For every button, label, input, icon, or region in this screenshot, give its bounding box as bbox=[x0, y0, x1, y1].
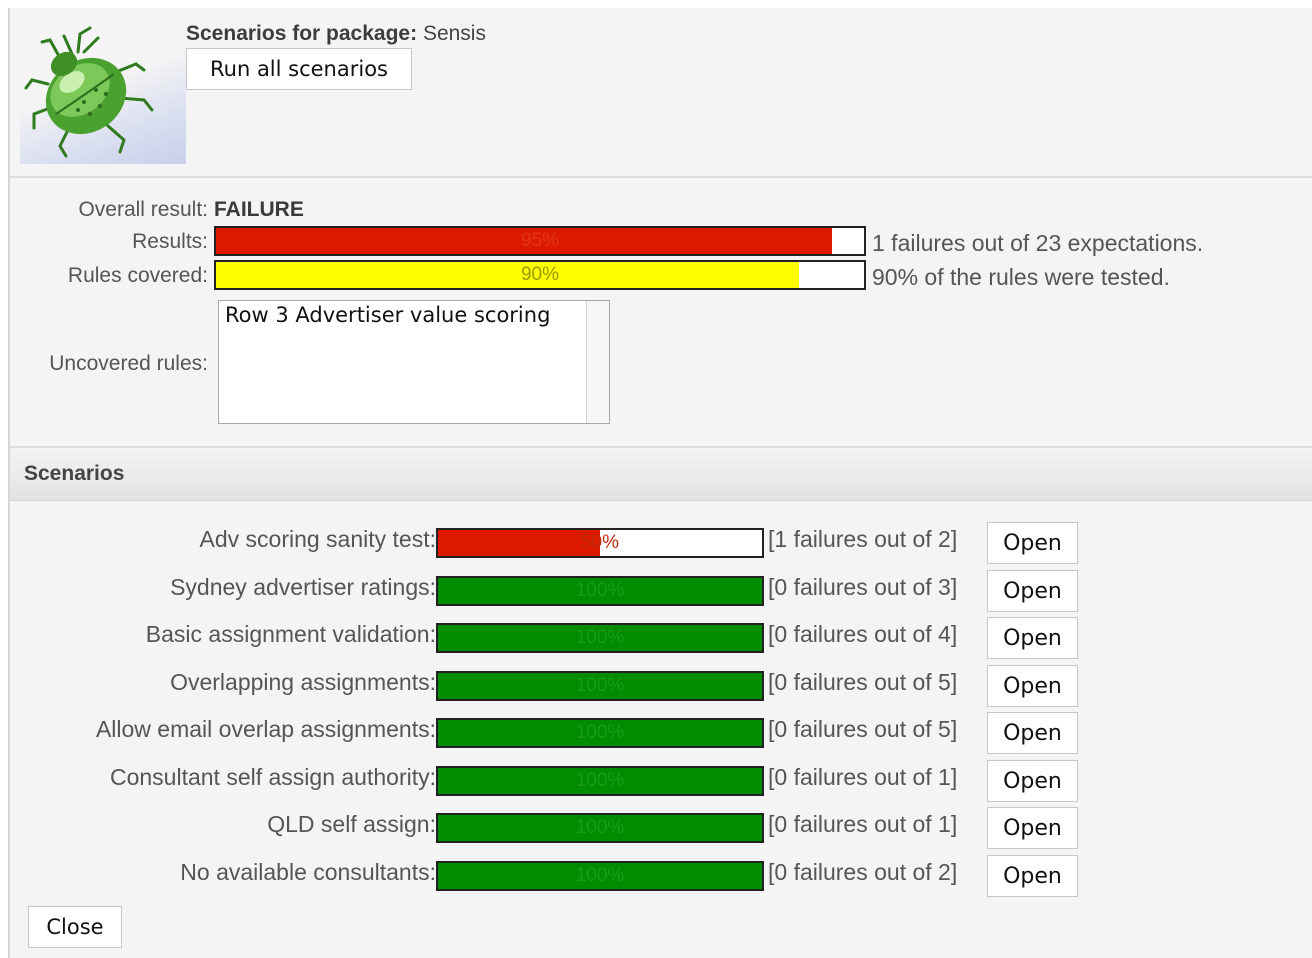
rules-covered-progress-bar: 90% bbox=[214, 260, 866, 290]
bug-logo-panel bbox=[20, 18, 186, 164]
bug-icon bbox=[24, 26, 154, 158]
open-scenario-button[interactable]: Open bbox=[987, 522, 1078, 564]
scenario-name: Consultant self assign authority: bbox=[109, 764, 436, 790]
open-scenario-button[interactable]: Open bbox=[987, 712, 1078, 754]
scenario-failure-count: [0 failures out of 5] bbox=[768, 716, 958, 742]
scenario-percent: 100% bbox=[575, 627, 625, 648]
scenario-progress-bar: 100% bbox=[436, 861, 764, 891]
scenario-percent: 100% bbox=[575, 770, 625, 791]
scenario-name: Allow email overlap assignments: bbox=[95, 716, 436, 742]
open-scenario-button[interactable]: Open bbox=[987, 617, 1078, 659]
divider bbox=[10, 176, 1312, 178]
uncovered-rule-item[interactable]: Row 3 Advertiser value scoring bbox=[225, 303, 550, 327]
scenario-progress-bar: 100% bbox=[436, 671, 764, 701]
divider bbox=[10, 446, 1312, 448]
open-scenario-button[interactable]: Open bbox=[987, 665, 1078, 707]
scenario-name: QLD self assign: bbox=[267, 811, 436, 837]
rules-covered-text: 90% of the rules were tested. bbox=[872, 264, 1170, 290]
results-percent: 95% bbox=[520, 230, 560, 251]
overall-result-label: Overall result: bbox=[78, 198, 208, 221]
scenario-failure-count: [0 failures out of 2] bbox=[768, 859, 958, 885]
uncovered-rules-scrollbar[interactable] bbox=[586, 301, 609, 423]
uncovered-rules-label: Uncovered rules: bbox=[49, 352, 208, 375]
overall-result-value: FAILURE bbox=[214, 198, 304, 221]
scenario-name: Basic assignment validation: bbox=[145, 621, 436, 647]
scenario-row: No available consultants: 100% [0 failures… bbox=[10, 855, 1312, 897]
close-button[interactable]: Close bbox=[28, 906, 122, 948]
scenario-failure-count: [0 failures out of 3] bbox=[768, 574, 958, 600]
scenario-percent: 100% bbox=[575, 675, 625, 696]
open-scenario-button[interactable]: Open bbox=[987, 807, 1078, 849]
scenario-failure-count: [0 failures out of 4] bbox=[768, 621, 958, 647]
run-all-scenarios-button[interactable]: Run all scenarios bbox=[186, 48, 412, 90]
scenario-name: Sydney advertiser ratings: bbox=[170, 574, 436, 600]
scenario-name: No available consultants: bbox=[180, 859, 436, 885]
open-scenario-button[interactable]: Open bbox=[987, 855, 1078, 897]
scenario-row: Adv scoring sanity test: 50% [1 failures o… bbox=[10, 522, 1312, 564]
results-progress-bar: 95% bbox=[214, 226, 866, 256]
open-scenario-button[interactable]: Open bbox=[987, 760, 1078, 802]
scenario-percent: 100% bbox=[575, 817, 625, 838]
results-label: Results: bbox=[132, 230, 208, 253]
scenarios-section-title: Scenarios bbox=[24, 462, 125, 485]
package-title-label: Scenarios for package: bbox=[186, 22, 418, 45]
package-name: Sensis bbox=[422, 22, 486, 45]
open-scenario-button[interactable]: Open bbox=[987, 570, 1078, 612]
scenario-percent: 50% bbox=[580, 532, 620, 553]
scenario-name: Adv scoring sanity test: bbox=[199, 526, 437, 552]
scenario-percent: 100% bbox=[575, 865, 625, 886]
scenario-name: Overlapping assignments: bbox=[170, 669, 436, 695]
scenario-percent: 100% bbox=[575, 722, 625, 743]
scenario-failure-count: [0 failures out of 5] bbox=[768, 669, 958, 695]
scenario-progress-bar: 100% bbox=[436, 813, 764, 843]
scenario-row: Consultant self assign authority: 100% [0 … bbox=[10, 760, 1312, 802]
results-text: 1 failures out of 23 expectations. bbox=[872, 230, 1204, 256]
scenario-failure-count: [0 failures out of 1] bbox=[768, 811, 958, 837]
scenario-row: QLD self assign: 100% [0 failures out of 1… bbox=[10, 807, 1312, 849]
scenario-percent: 100% bbox=[575, 580, 625, 601]
scenario-progress-bar: 100% bbox=[436, 718, 764, 748]
scenarios-section-header: Scenarios bbox=[10, 450, 1312, 501]
scenario-progress-bar: 100% bbox=[436, 766, 764, 796]
scenario-row: Basic assignment validation: 100% [0 failu… bbox=[10, 617, 1312, 659]
scenario-row: Overlapping assignments: 100% [0 failures … bbox=[10, 665, 1312, 707]
rules-covered-percent: 90% bbox=[520, 264, 560, 285]
scenario-progress-bar: 100% bbox=[436, 576, 764, 606]
scenario-row: Sydney advertiser ratings: 100% [0 failure… bbox=[10, 570, 1312, 612]
scenario-failure-count: [0 failures out of 1] bbox=[768, 764, 958, 790]
uncovered-rules-list[interactable]: Row 3 Advertiser value scoring bbox=[218, 300, 610, 424]
package-title: Scenarios for package: Sensis bbox=[186, 22, 486, 46]
scenario-test-panel: Scenarios for package: Sensis Run all sc… bbox=[8, 8, 1312, 958]
scenario-row: Allow email overlap assignments: 100% [0 f… bbox=[10, 712, 1312, 754]
scenario-progress-bar: 50% bbox=[436, 528, 764, 558]
rules-covered-label: Rules covered: bbox=[67, 264, 208, 287]
scenario-failure-count: [1 failures out of 2] bbox=[768, 526, 958, 552]
scenario-progress-bar: 100% bbox=[436, 623, 764, 653]
header: Scenarios for package: Sensis Run all sc… bbox=[10, 8, 1312, 174]
